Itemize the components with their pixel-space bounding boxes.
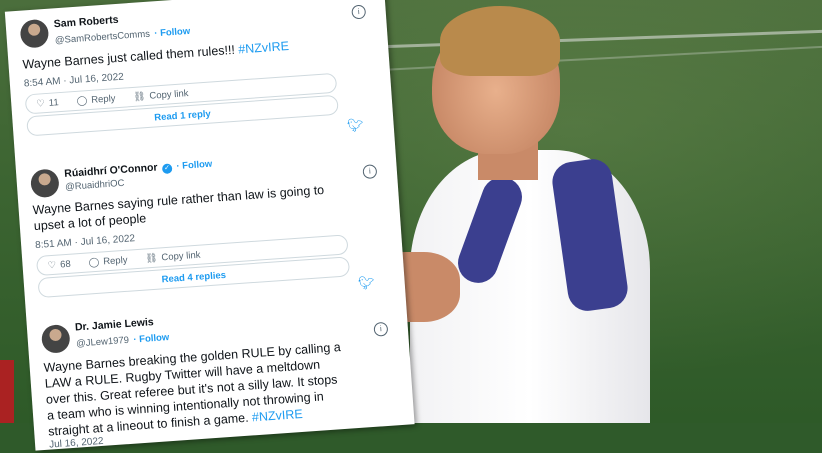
reply-label: Reply [102, 254, 128, 267]
copy-link-label: Copy link [161, 249, 201, 263]
twitter-bird-icon[interactable]: 🐦︎ [358, 275, 376, 292]
handle[interactable]: @SamRobertsComms [55, 29, 151, 47]
pitch-line [330, 28, 822, 51]
follow-button[interactable]: · Follow [133, 332, 170, 345]
link-icon: ⛓ [145, 252, 158, 264]
info-icon[interactable]: i [362, 164, 378, 180]
heart-icon: ♡ [47, 259, 57, 271]
tweet-1: Sam Roberts @SamRobertsComms · Follow i … [19, 0, 376, 137]
avatar[interactable] [29, 168, 60, 199]
avatar[interactable] [19, 18, 50, 49]
tweet-2: 🐦︎ Rúaidhrí O'Connor ✓ · Follow @Ruaidhr… [28, 117, 387, 299]
tweet-header: Sam Roberts @SamRobertsComms · Follow [53, 9, 190, 48]
avatar[interactable] [40, 323, 71, 354]
timestamp[interactable]: 8:51 AM · Jul 16, 2022 [35, 233, 136, 251]
follow-button[interactable]: · Follow [176, 159, 213, 172]
hashtag-link[interactable]: #NZvIRE [252, 407, 304, 425]
copy-link-button[interactable]: ⛓ Copy link [145, 249, 201, 264]
like-count: 11 [48, 96, 60, 109]
copy-link-button[interactable]: ⛓ Copy link [133, 88, 189, 103]
link-icon: ⛓ [133, 90, 146, 103]
tweet-header: Rúaidhrí O'Connor ✓ · Follow @RuaidhriOC [64, 154, 214, 193]
twitter-bird-icon[interactable]: 🐦︎ [347, 117, 365, 134]
like-button[interactable]: ♡ 11 [36, 97, 59, 110]
pitch-line [330, 44, 822, 74]
copy-link-label: Copy link [149, 87, 189, 102]
hashtag-link[interactable]: #NZvIRE [238, 39, 290, 57]
reply-button[interactable]: ◯ Reply [76, 93, 116, 107]
info-icon[interactable]: i [373, 321, 389, 337]
timestamp[interactable]: Jul 16, 2022 [49, 436, 104, 451]
follow-button[interactable]: · Follow [154, 26, 191, 39]
tweet-body: Wayne Barnes breaking the golden RULE by… [43, 340, 342, 439]
referee-hair [440, 6, 560, 76]
heart-icon: ♡ [35, 97, 46, 110]
player-jersey [0, 360, 14, 423]
reply-icon: ◯ [88, 256, 100, 268]
reply-label: Reply [90, 92, 116, 106]
tweet-header: Dr. Jamie Lewis @JLew1979 · Follow [75, 315, 170, 351]
tweet-3: 🐦︎ Dr. Jamie Lewis @JLew1979 · Follow i … [39, 275, 399, 452]
timestamp[interactable]: 8:54 AM · Jul 16, 2022 [24, 72, 125, 90]
tweet-text: Wayne Barnes breaking the golden RULE by… [43, 339, 348, 440]
handle[interactable]: @JLew1979 [76, 335, 130, 350]
like-button[interactable]: ♡ 68 [47, 258, 71, 271]
reply-button[interactable]: ◯ Reply [88, 254, 128, 268]
info-icon[interactable]: i [351, 4, 367, 20]
verified-badge-icon: ✓ [161, 163, 173, 175]
like-count: 68 [59, 258, 72, 270]
reply-icon: ◯ [76, 94, 88, 107]
tweet-card-collage: Sam Roberts @SamRobertsComms · Follow i … [4, 0, 415, 452]
